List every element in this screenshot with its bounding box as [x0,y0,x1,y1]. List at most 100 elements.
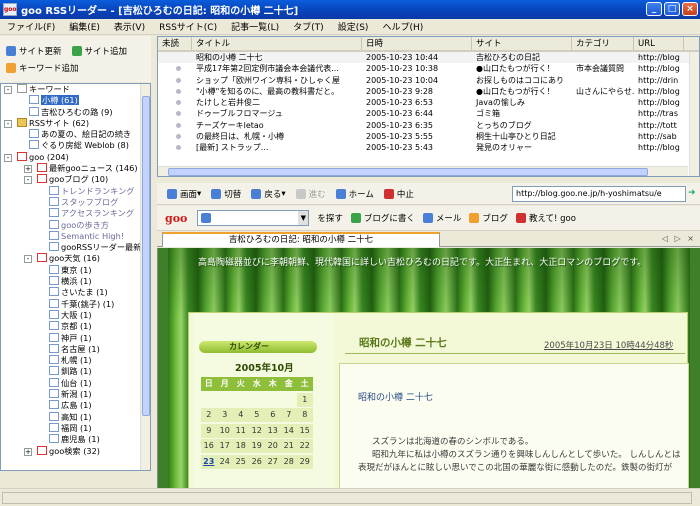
address-input[interactable]: http://blog.goo.ne.jp/h-yoshimatsu/e [512,186,686,202]
tree-item[interactable]: ぐるり房総 Weblob (8) [1,140,150,151]
refresh-site-button[interactable]: サイト更新 [6,43,62,58]
back-arrow-icon [251,188,262,199]
table-row[interactable]: の最終日は、札幌・小樽 2005-10-23 5:55 桐生十山亭ひとり日記 http… [158,131,699,142]
browser-toolbar: 画面 ▾ 切替 戻る ▾ 進む ホーム 中止 http://blog.goo.n… [157,183,700,205]
feed-tree[interactable]: - キーワード 小樽 (61) 吉松ひろむの路 (9) - RSSサイト (62) … [0,83,151,471]
switch-button[interactable]: 切替 [211,188,241,200]
tree-item[interactable]: 福岡 (1) [1,422,150,434]
tree-item[interactable]: - gooブログ (10) [1,174,150,185]
article-list[interactable]: 未読 タイトル 日時 サイト カテゴリ URL 昭和の小樽 二十七 2005-10… [157,36,700,177]
col-category[interactable]: カテゴリ [572,37,634,50]
oshiete-goo-button[interactable]: 教えて! goo [515,212,576,224]
menu-view[interactable]: 表示(V) [107,20,152,33]
menu-tab[interactable]: タブ(T) [286,20,331,33]
add-site-button[interactable]: サイト追加 [71,43,127,58]
pen-icon [350,213,361,223]
tree-item[interactable]: スタッフブログ [1,196,150,208]
back-button[interactable]: 戻る ▾ [251,188,286,200]
tab-controls[interactable]: ◁ ▷ × [662,234,696,243]
page-icon [49,298,59,308]
tree-item[interactable]: あの夏の、絵日記の続き [1,129,150,140]
blog-button[interactable]: ブログ [469,212,508,224]
view-button[interactable]: 画面 ▾ [167,188,201,200]
table-row[interactable]: チーズケーキletao 2005-10-23 6:35 とっちのブログ http://… [158,120,699,131]
table-row[interactable]: 昭和の小樽 二十七 2005-10-23 10:44 吉松ひろむの日記 http://… [158,52,699,64]
scrollbar-thumb[interactable] [142,96,150,416]
minimize-button[interactable]: _ [646,2,662,16]
post-date-link[interactable]: 2005年10月23日 10時44分48秒 [544,339,673,351]
list-vertical-scrollbar[interactable] [689,52,699,176]
go-icon[interactable]: ➜ [688,188,698,200]
menu-settings[interactable]: 設定(S) [331,20,376,33]
tree-item[interactable]: アクセスランキング [1,208,150,219]
tree-item[interactable]: 札幌 (1) [1,355,150,366]
window-title: goo RSSリーダー - [吉松ひろむの日記: 昭和の小樽 二十七] [21,6,299,17]
col-unread[interactable]: 未読 [158,37,192,50]
scrollbar-thumb[interactable] [168,168,648,176]
tree-item[interactable]: - goo (204) [1,151,150,163]
tree-item[interactable]: Semantic High! [1,230,150,242]
maximize-button[interactable]: □ [664,2,680,16]
tree-item[interactable]: gooの歩き方 [1,219,150,231]
tree-item[interactable]: 神戸 (1) [1,332,150,344]
menu-article-list[interactable]: 記事一覧(L) [224,20,286,33]
tree-item[interactable]: 鹿児島 (1) [1,434,150,445]
goo-search-button[interactable]: を探す [317,212,343,224]
page-icon [49,242,59,252]
menu-edit[interactable]: 編集(E) [62,20,107,33]
tree-item[interactable]: 名古屋 (1) [1,343,150,355]
goo-logo[interactable]: goo [165,212,187,225]
tree-item[interactable]: 京都 (1) [1,321,150,332]
tree-item[interactable]: gooRSSリーダー最新 [1,242,150,253]
tree-item[interactable]: 東京 (1) [1,264,150,276]
col-url[interactable]: URL [634,37,684,50]
tree-item[interactable]: 千葉(銚子) (1) [1,298,150,310]
table-row[interactable]: たけしと岩井俊二 2005-10-23 6:53 Javaの愉しみ http://bl… [158,97,699,108]
list-horizontal-scrollbar[interactable] [158,166,688,176]
table-row[interactable]: 平成17年第2回定例市議会本会議代表... 2005-10-23 10:38 ●山口… [158,63,699,74]
menu-file[interactable]: ファイル(F) [0,20,62,33]
tree-item[interactable]: トレンドランキング [1,185,150,197]
col-site[interactable]: サイト [472,37,572,50]
tab-article[interactable]: 吉松ひろむの日記: 昭和の小樽 二十七 [162,232,440,247]
chevron-down-icon[interactable]: ▼ [298,211,309,225]
tree-item[interactable]: - goo天気 (16) [1,253,150,264]
write-blog-button[interactable]: ブログに書く [350,212,415,224]
tree-item-selected[interactable]: 小樽 (61) [1,95,150,106]
goo-search-input[interactable]: ▼ [197,210,310,226]
table-row[interactable]: [最新] ストラップ... 2005-10-23 5:43 発見のオリャー http:… [158,142,699,153]
tree-item[interactable]: 釧路 (1) [1,366,150,377]
col-title[interactable]: タイトル [192,37,362,50]
forward-button[interactable]: 進む [295,188,326,200]
tree-item[interactable]: 吉松ひろむの路 (9) [1,106,150,118]
home-button[interactable]: ホーム [335,188,374,200]
table-row[interactable]: ドゥーブルフロマージュ 2005-10-23 6:44 ゴミ箱 http://tras [158,108,699,119]
tree-item[interactable]: 仙台 (1) [1,377,150,389]
calendar-day-link[interactable]: 23 [201,454,217,469]
add-keyword-button[interactable]: キーワード追加 [6,60,79,75]
tree-item[interactable]: 横浜 (1) [1,276,150,287]
tree-item[interactable]: 新潟 (1) [1,389,150,400]
page-icon [49,411,59,421]
web-view[interactable]: 高島陶磁器並びに李朝朝鮮、現代韓国に詳しい吉松ひろむの日記です。大正生まれ、大正… [157,248,700,488]
col-date[interactable]: 日時 [362,37,472,50]
menu-help[interactable]: ヘルプ(H) [375,20,430,33]
title-bar: goo goo RSSリーダー - [吉松ひろむの日記: 昭和の小樽 二十七] … [0,0,700,19]
tree-item[interactable]: - キーワード [1,84,150,95]
stop-button[interactable]: 中止 [383,188,414,200]
tree-item[interactable]: さいたま (1) [1,287,150,298]
post-title: 昭和の小樽 二十七 [358,393,433,403]
tree-scrollbar[interactable] [140,84,150,470]
tree-item[interactable]: 大阪 (1) [1,309,150,321]
tree-item[interactable]: - RSSサイト (62) [1,117,150,129]
tree-item[interactable]: 高知 (1) [1,411,150,423]
read-mark-icon [176,66,181,72]
mail-button[interactable]: メール [422,212,461,224]
tree-item[interactable]: 広島 (1) [1,400,150,411]
tree-item[interactable]: + goo検索 (32) [1,445,150,457]
table-row[interactable]: ショップ「欧州ワイン専科・ひしゃく屋 2005-10-23 10:04 お探しものは… [158,75,699,86]
close-button[interactable]: × [682,2,698,16]
table-row[interactable]: "小樽"を知るのに、最高の教科書だと。 2005-10-23 9:28 ●山口たもつ… [158,86,699,97]
menu-rss-site[interactable]: RSSサイト(C) [152,20,224,33]
tree-item[interactable]: + 最新gooニュース (146) [1,163,150,174]
